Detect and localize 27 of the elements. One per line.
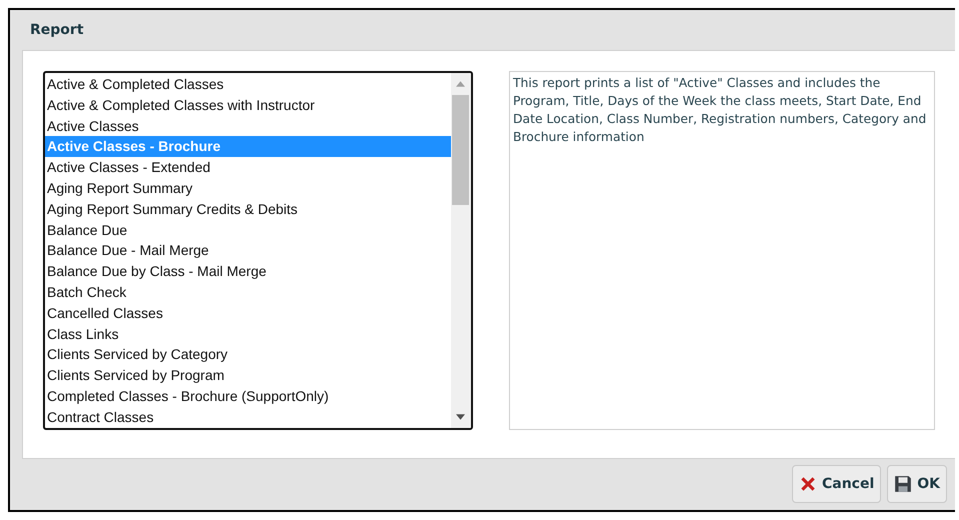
report-item[interactable]: Aging Report Summary <box>45 178 451 199</box>
close-icon <box>798 475 817 494</box>
ok-button[interactable]: OK <box>887 465 947 504</box>
cancel-button[interactable]: Cancel <box>792 465 882 504</box>
report-item[interactable]: Cancelled Classes <box>45 302 451 324</box>
report-list[interactable] <box>43 71 473 430</box>
report-item[interactable]: Active Classes <box>45 116 451 136</box>
report-item[interactable]: Clients Serviced by Program <box>45 365 451 386</box>
scroll-down-icon[interactable] <box>456 414 466 420</box>
dialog-title: Report <box>30 22 84 38</box>
report-item[interactable]: Completed Classes - Brochure (SupportOnly) <box>45 386 451 407</box>
report-item[interactable]: Active & Completed Classes with Instructor <box>45 94 451 116</box>
report-item[interactable]: Contract Classes <box>45 406 451 428</box>
scroll-thumb[interactable] <box>452 95 470 206</box>
report-item[interactable]: Batch Check <box>45 282 451 303</box>
save-icon <box>894 475 912 494</box>
report-item[interactable]: Balance Due - Mail Merge <box>45 240 451 262</box>
report-item[interactable]: Class Links <box>45 324 451 344</box>
report-item[interactable]: Aging Report Summary Credits & Debits <box>45 198 451 220</box>
report-item[interactable]: Balance Due by Class - Mail Merge <box>45 261 451 282</box>
report-item[interactable]: Balance Due <box>45 220 451 240</box>
report-item[interactable]: Active Classes - Extended <box>45 157 451 178</box>
report-item[interactable]: Active & Completed Classes <box>45 74 451 95</box>
scroll-up-icon[interactable] <box>456 81 466 88</box>
description-text: This report prints a list of "Active" Classes and includes the Program, Title, Days of the Week the class meets, Start Date, End Date Location, Class Number, Registration numbers, Category and Brochure information <box>512 75 926 144</box>
report-item[interactable]: Clients Serviced by Category <box>45 344 451 366</box>
scrollbar[interactable] <box>450 73 471 428</box>
